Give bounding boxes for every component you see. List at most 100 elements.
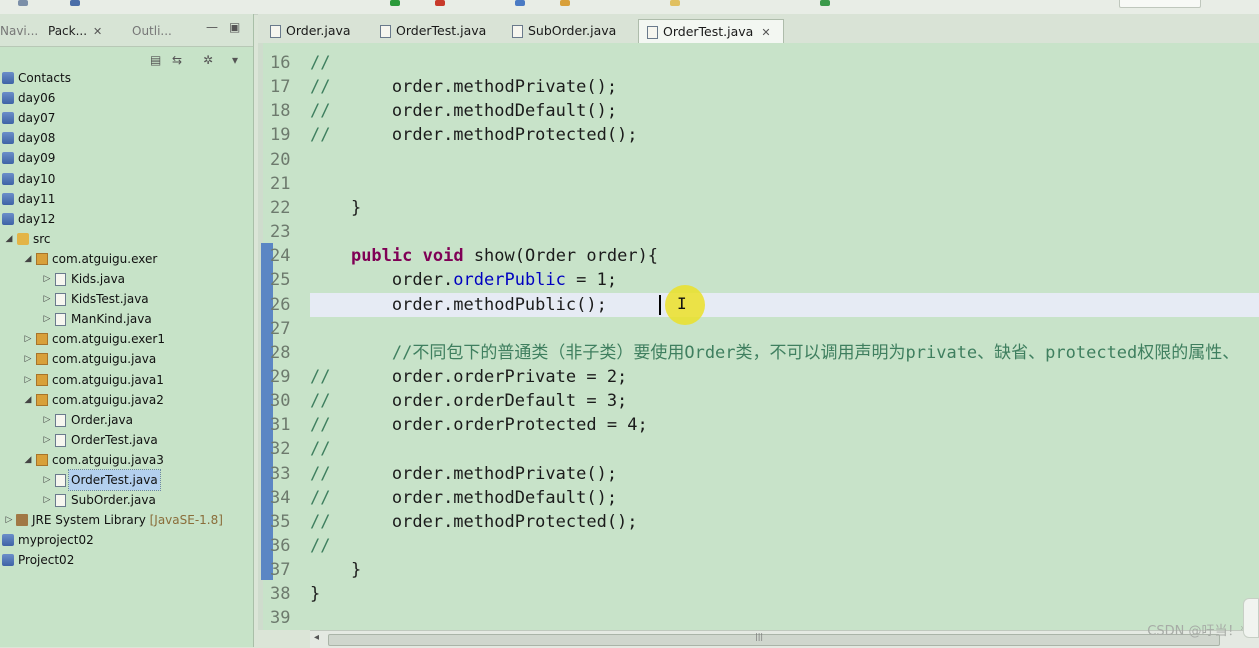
code-line[interactable]: // order.methodDefault(); <box>310 99 617 123</box>
horizontal-scrollbar[interactable]: ◂ ||| <box>310 630 1259 648</box>
tree-item[interactable]: ▷ Order.java <box>0 410 253 430</box>
minimize-icon[interactable]: — <box>206 20 218 34</box>
tree-item[interactable]: Contacts <box>0 68 253 88</box>
code-line[interactable]: } <box>310 582 320 606</box>
expand-toggle-icon[interactable]: ▷ <box>4 510 14 530</box>
scroll-thumb[interactable] <box>328 634 1220 646</box>
tree-item[interactable]: ▷ Kids.java <box>0 269 253 289</box>
code-line[interactable]: // <box>310 437 330 461</box>
expand-toggle-icon[interactable]: ◢ <box>4 229 14 249</box>
toolbar-icon[interactable] <box>435 0 445 6</box>
code-line[interactable]: // order.methodPrivate(); <box>310 462 617 486</box>
toolbar-icon[interactable] <box>670 0 680 6</box>
tree-item[interactable]: day10 <box>0 169 253 189</box>
expand-toggle-icon[interactable]: ▷ <box>23 349 33 369</box>
expand-toggle-icon[interactable]: ◢ <box>23 249 33 269</box>
tree-item[interactable]: Project02 <box>0 550 253 570</box>
editor-tab[interactable]: SubOrder.java <box>504 19 628 43</box>
collapse-all-icon[interactable]: ▤ <box>150 53 161 67</box>
expand-toggle-icon[interactable]: ▷ <box>42 410 52 430</box>
line-number: 34 <box>270 487 291 508</box>
editor-tab[interactable]: OrderTest.java ✕ <box>638 19 784 44</box>
code-line[interactable]: // order.orderDefault = 3; <box>310 389 627 413</box>
expand-toggle-icon[interactable]: ▷ <box>23 329 33 349</box>
code-line[interactable]: // order.methodProtected(); <box>310 510 638 534</box>
side-handle[interactable] <box>1243 598 1259 638</box>
code-line[interactable]: // <box>310 534 330 558</box>
tree-item[interactable]: ▷ com.atguigu.java1 <box>0 370 253 390</box>
toolbar-icon[interactable] <box>560 0 570 6</box>
scroll-left-icon[interactable]: ◂ <box>314 632 319 643</box>
tree-item[interactable]: myproject02 <box>0 530 253 550</box>
expand-toggle-icon[interactable]: ▷ <box>42 470 52 490</box>
toolbar-icon[interactable] <box>18 0 28 6</box>
toolbar-icon[interactable] <box>515 0 525 6</box>
code-line[interactable]: // order.orderPrivate = 2; <box>310 365 627 389</box>
expand-toggle-icon[interactable]: ▷ <box>42 269 52 289</box>
tree-item-label: KidsTest.java <box>69 289 151 309</box>
left-tab[interactable]: Outli... <box>132 23 172 39</box>
tree-item[interactable]: day06 <box>0 88 253 108</box>
code-line[interactable]: // order.methodProtected(); <box>310 123 638 147</box>
tree-item[interactable]: ▷ KidsTest.java <box>0 289 253 309</box>
expand-toggle-icon[interactable]: ▷ <box>42 490 52 510</box>
maximize-icon[interactable]: ▣ <box>229 20 240 34</box>
expand-toggle-icon[interactable]: ▷ <box>42 289 52 309</box>
line-number: 16 <box>270 53 291 73</box>
comment-marker: // <box>310 77 331 98</box>
tree-item[interactable]: day07 <box>0 108 253 128</box>
code-line[interactable]: public void show(Order order){ <box>310 244 658 268</box>
line-number: 37 <box>270 560 291 581</box>
expand-toggle-icon[interactable]: ▷ <box>42 309 52 329</box>
tree-item[interactable]: ▷ com.atguigu.java <box>0 349 253 369</box>
expand-toggle-icon[interactable]: ◢ <box>23 390 33 410</box>
tree-item[interactable]: day09 <box>0 148 253 168</box>
line-number: 32 <box>270 439 291 460</box>
code-line[interactable]: // order.methodDefault(); <box>310 486 617 510</box>
run-icon[interactable] <box>390 0 400 6</box>
tree-item[interactable]: ◢ com.atguigu.java2 <box>0 390 253 410</box>
code-token: order.orderDefault = 3; <box>330 391 628 412</box>
tree-item[interactable]: day11 <box>0 189 253 209</box>
code-line[interactable]: order.orderPublic = 1; <box>310 268 617 292</box>
toolbar-icon[interactable] <box>820 0 830 6</box>
tree-item[interactable]: ▷ OrderTest.java <box>0 469 253 491</box>
tree-item[interactable]: ◢ com.atguigu.exer <box>0 249 253 269</box>
close-tab-icon[interactable]: ✕ <box>93 25 102 38</box>
tree-item[interactable]: ▷ OrderTest.java <box>0 430 253 450</box>
code-line[interactable]: } <box>310 558 361 582</box>
tree-item[interactable]: ▷ com.atguigu.exer1 <box>0 329 253 349</box>
tree-item[interactable]: ▷ JRE System Library [JavaSE-1.8] <box>0 510 253 530</box>
left-tab[interactable]: Pack... ✕ <box>48 23 102 39</box>
code-area[interactable]: //// order.methodPrivate();// order.meth… <box>310 43 1259 630</box>
quick-access-input[interactable] <box>1119 0 1201 8</box>
tree-item[interactable]: day08 <box>0 128 253 148</box>
close-tab-icon[interactable]: ✕ <box>761 26 770 39</box>
code-editor[interactable]: 16 17 18 19 20 21 22 23 24 25 26 27 28 29 30 31 32 33 34 35… <box>258 43 1259 630</box>
tree-item[interactable]: ◢ com.atguigu.java3 <box>0 450 253 470</box>
comment-token: // <box>310 53 331 73</box>
line-number: 27 <box>270 318 291 339</box>
expand-toggle-icon[interactable]: ▷ <box>42 430 52 450</box>
editor-tab[interactable]: OrderTest.java <box>372 19 498 43</box>
tree-item-text: day06 <box>18 91 56 106</box>
toolbar-icon[interactable] <box>70 0 80 6</box>
code-line[interactable]: // order.methodPrivate(); <box>310 75 617 99</box>
code-line[interactable]: // order.orderProtected = 4; <box>310 413 648 437</box>
left-tab[interactable]: Navi... <box>0 23 38 39</box>
focus-icon[interactable]: ✲ <box>203 53 213 67</box>
code-line[interactable]: } <box>310 196 361 220</box>
expand-toggle-icon[interactable]: ▷ <box>23 370 33 390</box>
code-line[interactable]: // <box>310 51 330 75</box>
link-editor-icon[interactable]: ⇆ <box>172 53 182 67</box>
editor-tab[interactable]: Order.java <box>262 19 363 43</box>
view-menu-icon[interactable]: ▾ <box>232 53 238 67</box>
tree-item[interactable]: ◢ src <box>0 229 253 249</box>
tree-item[interactable]: ▷ ManKind.java <box>0 309 253 329</box>
code-line[interactable]: order.methodPublic(); <box>310 292 1259 317</box>
expand-toggle-icon[interactable]: ◢ <box>23 450 33 470</box>
tree-item[interactable]: day12 <box>0 209 253 229</box>
tree-item[interactable]: ▷ SubOrder.java <box>0 490 253 510</box>
code-line[interactable]: //不同包下的普通类（非子类）要使用Order类，不可以调用声明为private… <box>310 341 1239 365</box>
